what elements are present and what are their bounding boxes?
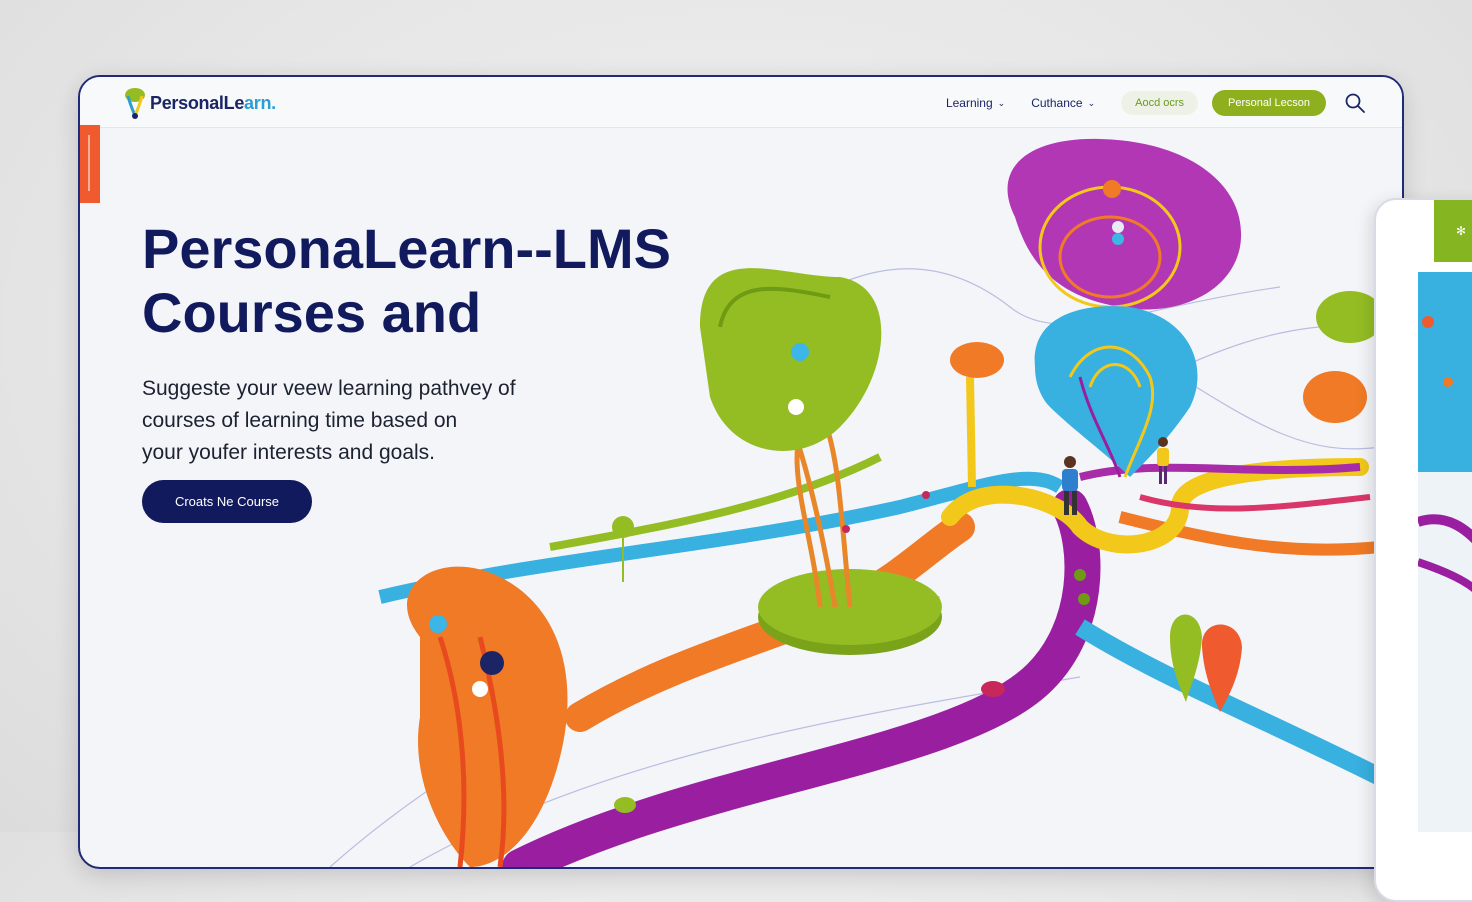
primary-nav-button[interactable]: Personal Lecson <box>1212 90 1326 116</box>
sparkle-icon: ✻ <box>1456 224 1467 238</box>
hero-subtitle-line: your youfer interests and goals. <box>142 441 435 464</box>
nav-item-learning[interactable]: Learning ⌄ <box>946 96 1005 110</box>
main-nav: Learning ⌄ Cuthance ⌄ Aocd ocrs Personal… <box>946 90 1366 116</box>
brand-logo[interactable]: PersonalLearn. <box>122 87 276 119</box>
top-navigation-bar: PersonalLearn. Learning ⌄ Cuthance ⌄ Aoc… <box>80 77 1402 128</box>
browser-window: PersonalLearn. Learning ⌄ Cuthance ⌄ Aoc… <box>78 75 1404 869</box>
search-icon[interactable] <box>1344 92 1366 114</box>
secondary-window-preview: ✻ <box>1374 198 1472 902</box>
side-tab-stripe <box>88 135 90 191</box>
create-course-button[interactable]: Croats Ne Course <box>142 480 312 523</box>
hero-subtitle-line: Suggeste your veew learning pathvey of <box>142 377 516 400</box>
nav-item-cuthance[interactable]: Cuthance ⌄ <box>1031 96 1095 110</box>
learning-path-illustration <box>329 138 1385 867</box>
hero-subtitle-line: courses of learning time based on <box>142 409 458 432</box>
side-card-header: ✻ <box>1434 200 1472 262</box>
tree-logo-icon <box>125 88 145 119</box>
chevron-down-icon: ⌄ <box>1087 97 1096 108</box>
hero-subtitle: Suggeste your veew learning pathvey of c… <box>142 373 572 469</box>
hero-title: PersonaLearn--LMS Courses and <box>142 217 671 344</box>
nav-item-label: Cuthance <box>1031 96 1083 110</box>
feedback-side-tab[interactable] <box>80 125 100 203</box>
chevron-down-icon: ⌄ <box>997 97 1006 108</box>
brand-name: PersonalLearn. <box>150 92 276 113</box>
nav-item-label: Learning <box>945 96 993 110</box>
side-card-illustration <box>1418 272 1472 832</box>
secondary-nav-button[interactable]: Aocd ocrs <box>1121 91 1199 115</box>
